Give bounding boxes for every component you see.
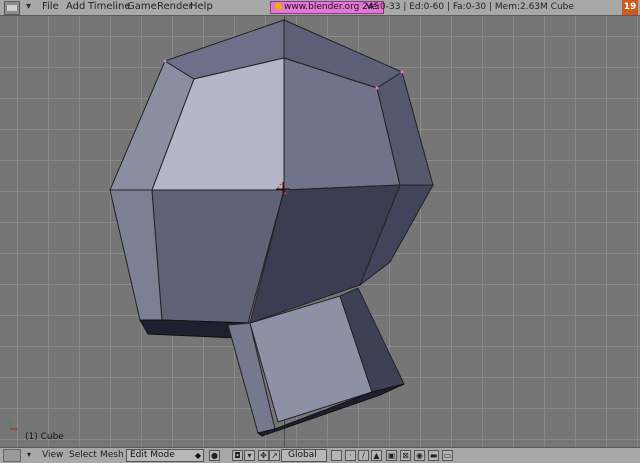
occlude-icon[interactable]: ▣ (386, 450, 397, 461)
menu-mesh[interactable]: Mesh (100, 450, 124, 460)
3d-viewport[interactable]: (1) Cube (0, 16, 640, 447)
vertex-select-icon[interactable]: · (345, 450, 356, 461)
chevron-down-icon: ◆ (194, 451, 201, 460)
editor-type-icon[interactable] (4, 1, 20, 15)
menu-file[interactable]: File (42, 1, 59, 12)
shading-icon[interactable]: ● (209, 450, 220, 461)
monkey-mesh[interactable] (0, 16, 640, 447)
orientation-select[interactable]: Global (281, 449, 327, 462)
corner-counter: 19 (622, 0, 638, 15)
editor-type-button[interactable] (3, 449, 21, 462)
selected-vertex[interactable] (400, 70, 404, 74)
menu-view[interactable]: View (42, 450, 63, 460)
face-select-icon[interactable]: ▲ (371, 450, 382, 461)
menu-timeline[interactable]: Timeline (88, 1, 131, 12)
layer-icon[interactable] (331, 450, 342, 461)
menu-render[interactable]: Render (157, 1, 193, 12)
mode-label: Edit Mode (130, 450, 175, 460)
blender-window: ▾ File Add Timeline Game Render Help www… (0, 0, 640, 463)
pivot-icon[interactable]: ◘ (232, 450, 243, 461)
menu-help[interactable]: Help (190, 1, 213, 12)
selected-vertex[interactable] (375, 86, 379, 90)
mode-select[interactable]: Edit Mode ◆ (126, 449, 204, 462)
translate-icon[interactable]: ↗ (269, 450, 280, 461)
menu-game[interactable]: Game (127, 1, 157, 12)
selected-vertex[interactable] (163, 59, 167, 63)
proportional-icon[interactable]: ◉ (414, 450, 425, 461)
menu-select[interactable]: Select (69, 450, 97, 460)
camera-icon[interactable]: ▭ (442, 450, 453, 461)
orientation-label: Global (288, 450, 317, 460)
manipulator-icon[interactable]: ✥ (258, 450, 269, 461)
info-header: ▾ File Add Timeline Game Render Help www… (0, 0, 640, 16)
active-object-label: (1) Cube (25, 432, 64, 442)
blender-logo-icon (275, 3, 282, 10)
collapse-arrow-icon[interactable]: ▾ (27, 450, 31, 459)
edge-select-icon[interactable]: / (358, 450, 369, 461)
axis-gizmo-icon (9, 420, 18, 430)
snap-icon[interactable]: ⊠ (400, 450, 411, 461)
collapse-arrow-icon[interactable]: ▾ (26, 1, 31, 12)
3d-view-header: ▾ View Select Mesh Edit Mode ◆ ● ◘ ▾ ✥ ↗ … (0, 447, 640, 463)
render-icon[interactable]: ▬ (428, 450, 439, 461)
menu-add[interactable]: Add (66, 1, 85, 12)
pivot-dropdown-icon[interactable]: ▾ (244, 450, 255, 461)
mesh-stats: Ve:0-33 | Ed:0-60 | Fa:0-30 | Mem:2.63M … (366, 2, 574, 12)
